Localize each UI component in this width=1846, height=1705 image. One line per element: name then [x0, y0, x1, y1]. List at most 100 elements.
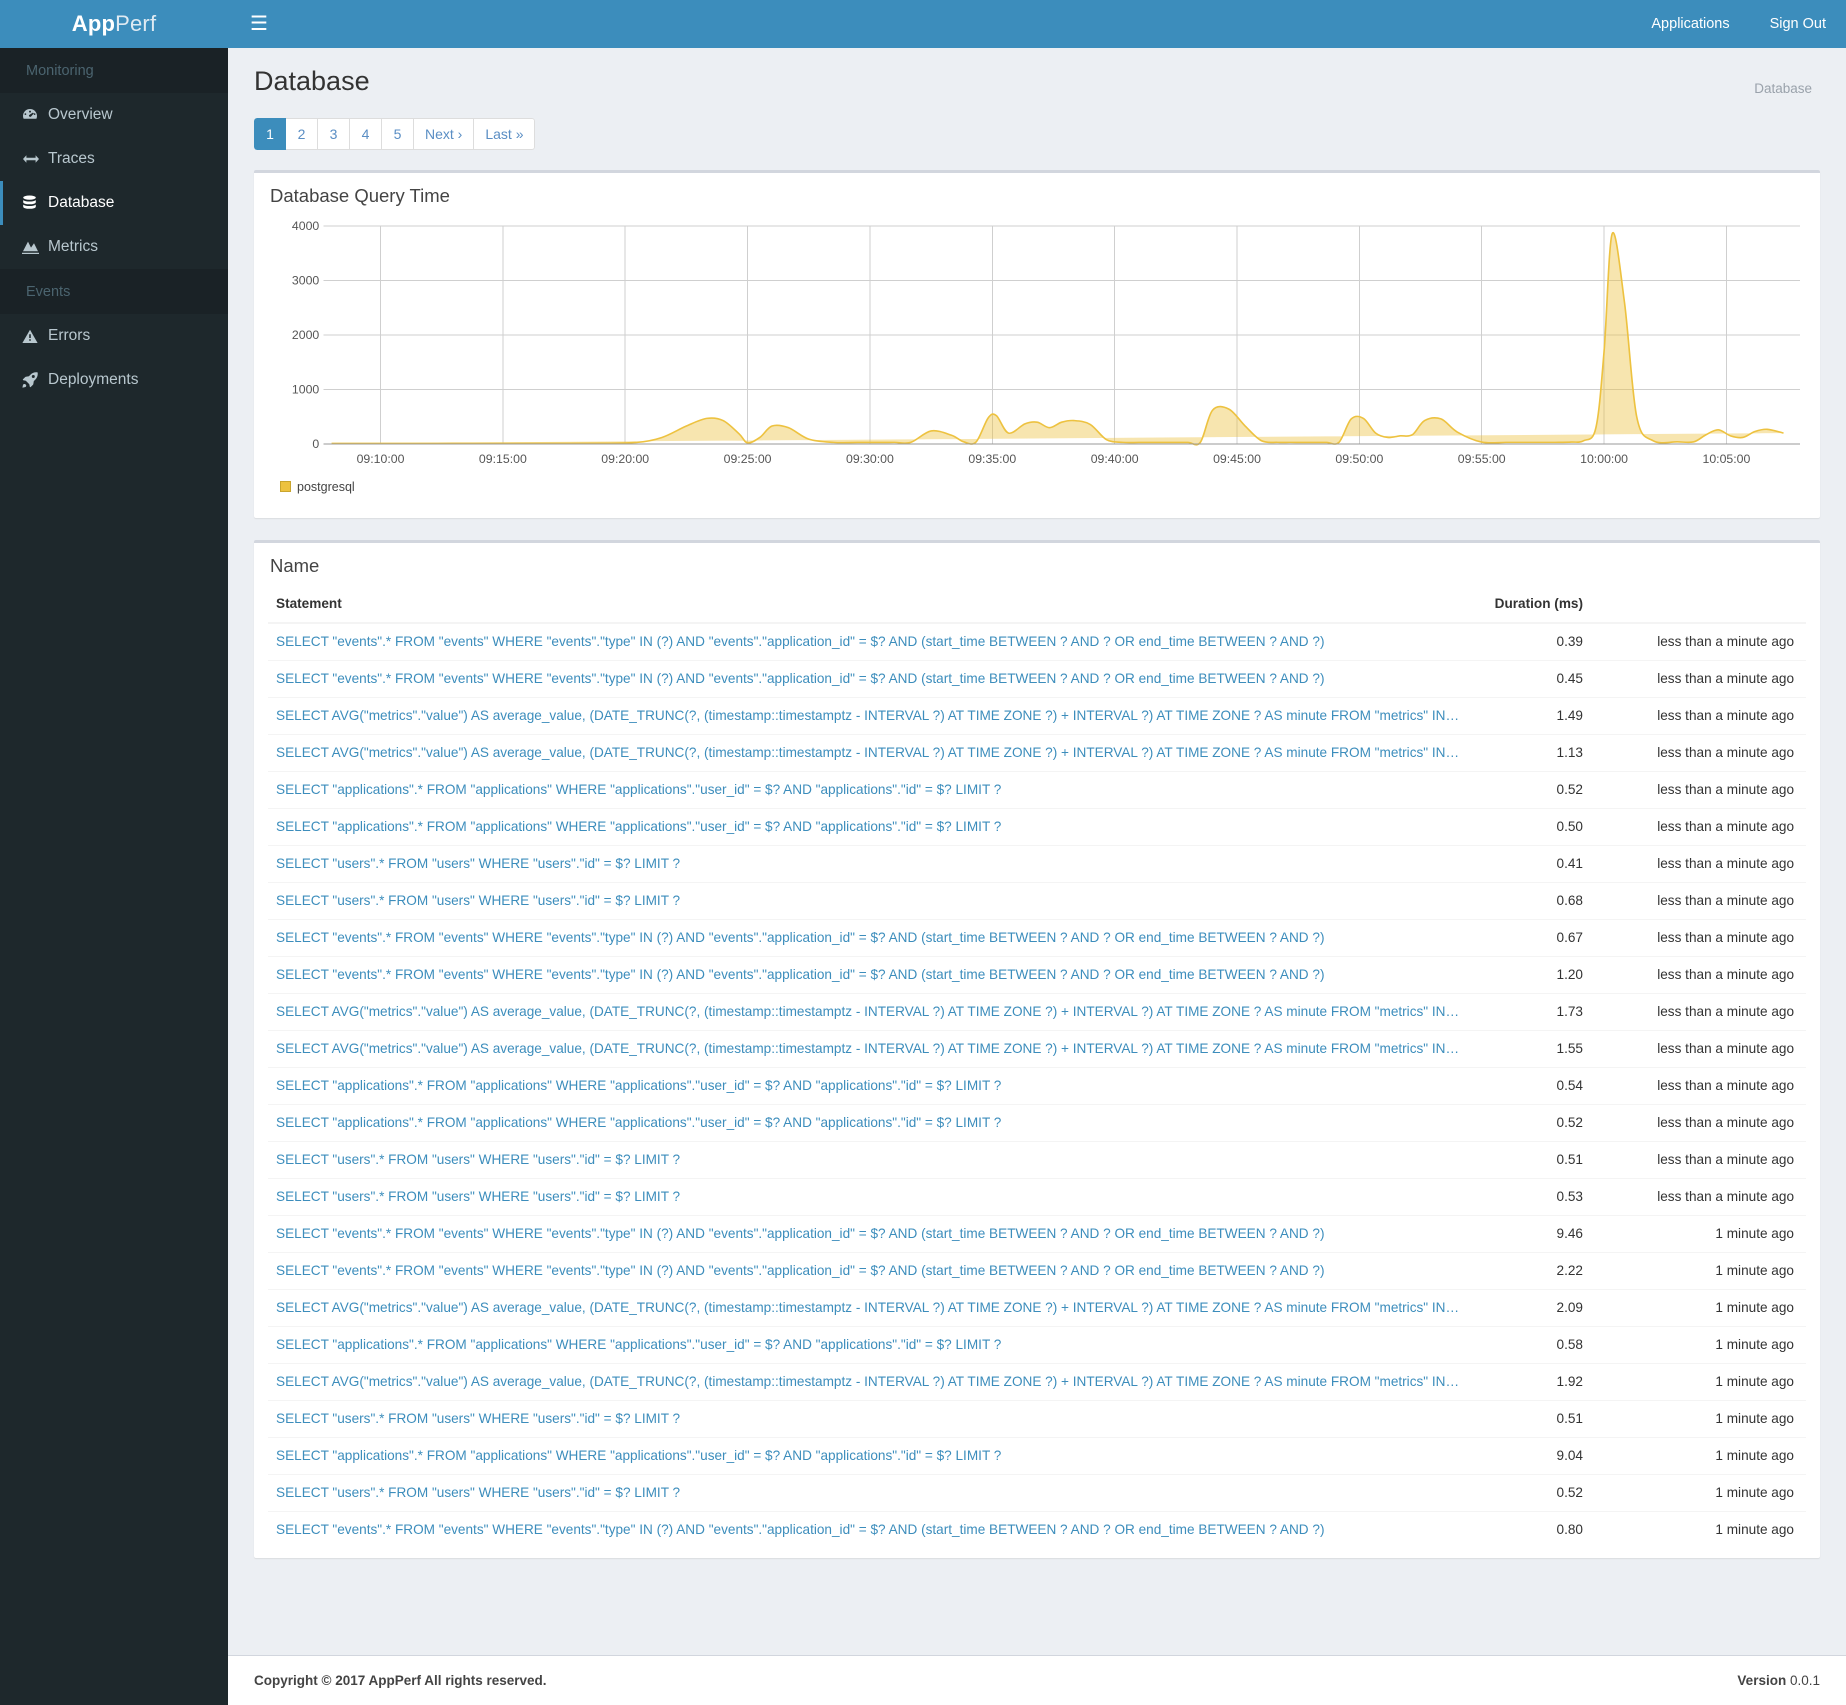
query-statement-link[interactable]: SELECT "users".* FROM "users" WHERE "use…: [268, 1178, 1471, 1216]
column-header-duration[interactable]: Duration (ms): [1471, 587, 1591, 624]
query-statement-link[interactable]: SELECT "events".* FROM "events" WHERE "e…: [268, 1511, 1471, 1548]
query-statement-link[interactable]: SELECT "applications".* FROM "applicatio…: [268, 808, 1471, 846]
query-timestamp: 1 minute ago: [1591, 1326, 1806, 1364]
query-timestamp: 1 minute ago: [1591, 1215, 1806, 1253]
query-timestamp: less than a minute ago: [1591, 993, 1806, 1031]
pagination-next[interactable]: Next ›: [414, 118, 475, 150]
nav-link-sign-out[interactable]: Sign Out: [1750, 0, 1846, 48]
table-row[interactable]: SELECT AVG("metrics"."value") AS average…: [268, 1289, 1806, 1327]
table-row[interactable]: SELECT "events".* FROM "events" WHERE "e…: [268, 956, 1806, 994]
table-row[interactable]: SELECT "applications".* FROM "applicatio…: [268, 1067, 1806, 1105]
database-query-time-chart[interactable]: 0 1000 2000 3000 4000 09:10:00 09:15:00 09:20:0…: [268, 218, 1806, 508]
svg-text:0: 0: [312, 437, 319, 451]
query-statement-link[interactable]: SELECT "users".* FROM "users" WHERE "use…: [268, 1400, 1471, 1438]
sidebar-item-metrics[interactable]: Metrics: [0, 225, 228, 269]
query-statement-link[interactable]: SELECT "users".* FROM "users" WHERE "use…: [268, 845, 1471, 883]
table-row[interactable]: SELECT AVG("metrics"."value") AS average…: [268, 734, 1806, 772]
sidebar-item-errors[interactable]: Errors: [0, 314, 228, 358]
query-statement-link[interactable]: SELECT AVG("metrics"."value") AS average…: [268, 993, 1471, 1031]
query-statement-link[interactable]: SELECT "applications".* FROM "applicatio…: [268, 771, 1471, 809]
svg-text:1000: 1000: [292, 382, 320, 396]
query-duration: 1.13: [1471, 734, 1591, 772]
query-timestamp: 1 minute ago: [1591, 1511, 1806, 1548]
sidebar-item-traces[interactable]: Traces: [0, 137, 228, 181]
query-statement-link[interactable]: SELECT "applications".* FROM "applicatio…: [268, 1067, 1471, 1105]
table-row[interactable]: SELECT AVG("metrics"."value") AS average…: [268, 1363, 1806, 1401]
queries-title: Name: [270, 554, 320, 576]
sidebar-item-overview[interactable]: Overview: [0, 93, 228, 137]
table-row[interactable]: SELECT "applications".* FROM "applicatio…: [268, 808, 1806, 846]
pagination-page-5[interactable]: 5: [382, 118, 414, 150]
query-statement-link[interactable]: SELECT "users".* FROM "users" WHERE "use…: [268, 1474, 1471, 1512]
query-duration: 0.52: [1471, 771, 1591, 809]
table-row[interactable]: SELECT "events".* FROM "events" WHERE "e…: [268, 1252, 1806, 1290]
query-timestamp: less than a minute ago: [1591, 845, 1806, 883]
queries-box-body: Statement Duration (ms) SELECT "events".…: [254, 587, 1820, 1558]
footer-version-number: 0.0.1: [1789, 1673, 1820, 1688]
table-row[interactable]: SELECT "events".* FROM "events" WHERE "e…: [268, 1215, 1806, 1253]
table-row[interactable]: SELECT AVG("metrics"."value") AS average…: [268, 993, 1806, 1031]
legend-label-postgresql: postgresql: [297, 479, 355, 494]
query-statement-link[interactable]: SELECT "users".* FROM "users" WHERE "use…: [268, 1141, 1471, 1179]
nav-link-applications[interactable]: Applications: [1631, 0, 1749, 48]
query-statement-link[interactable]: SELECT AVG("metrics"."value") AS average…: [268, 1289, 1471, 1327]
table-row[interactable]: SELECT "users".* FROM "users" WHERE "use…: [268, 882, 1806, 920]
table-row[interactable]: SELECT "events".* FROM "events" WHERE "e…: [268, 919, 1806, 957]
pagination-page-1[interactable]: 1: [254, 118, 286, 150]
table-row[interactable]: SELECT AVG("metrics"."value") AS average…: [268, 697, 1806, 735]
queries-table-body: SELECT "events".* FROM "events" WHERE "e…: [268, 622, 1806, 1548]
query-statement-link[interactable]: SELECT "events".* FROM "events" WHERE "e…: [268, 1215, 1471, 1253]
sidebar-item-label: Database: [48, 194, 115, 212]
query-statement-link[interactable]: SELECT "applications".* FROM "applicatio…: [268, 1326, 1471, 1364]
pagination-last[interactable]: Last »: [474, 118, 536, 150]
query-statement-link[interactable]: SELECT "events".* FROM "events" WHERE "e…: [268, 956, 1471, 994]
query-statement-link[interactable]: SELECT "events".* FROM "events" WHERE "e…: [268, 919, 1471, 957]
query-statement-link[interactable]: SELECT AVG("metrics"."value") AS average…: [268, 697, 1471, 735]
warning-icon: [22, 329, 48, 344]
svg-text:10:00:00: 10:00:00: [1580, 452, 1628, 466]
query-statement-link[interactable]: SELECT "events".* FROM "events" WHERE "e…: [268, 622, 1471, 661]
table-row[interactable]: SELECT "users".* FROM "users" WHERE "use…: [268, 1178, 1806, 1216]
query-duration: 0.54: [1471, 1067, 1591, 1105]
top-nav-links: Applications Sign Out: [1631, 0, 1846, 48]
table-row[interactable]: SELECT "users".* FROM "users" WHERE "use…: [268, 1474, 1806, 1512]
footer-version-label: Version: [1737, 1673, 1787, 1688]
brand-logo[interactable]: App Perf: [0, 0, 228, 48]
pagination-page-4[interactable]: 4: [350, 118, 382, 150]
sidebar-item-database[interactable]: Database: [0, 181, 228, 225]
table-row[interactable]: SELECT "events".* FROM "events" WHERE "e…: [268, 1511, 1806, 1548]
table-row[interactable]: SELECT AVG("metrics"."value") AS average…: [268, 1030, 1806, 1068]
table-row[interactable]: SELECT "events".* FROM "events" WHERE "e…: [268, 660, 1806, 698]
query-timestamp: 1 minute ago: [1591, 1400, 1806, 1438]
column-header-statement[interactable]: Statement: [268, 587, 1471, 624]
pagination-page-3[interactable]: 3: [318, 118, 350, 150]
svg-text:3000: 3000: [292, 273, 320, 287]
footer: Copyright © 2017 AppPerf All rights rese…: [228, 1655, 1846, 1705]
query-statement-link[interactable]: SELECT AVG("metrics"."value") AS average…: [268, 734, 1471, 772]
table-row[interactable]: SELECT "events".* FROM "events" WHERE "e…: [268, 622, 1806, 661]
table-row[interactable]: SELECT "users".* FROM "users" WHERE "use…: [268, 845, 1806, 883]
hamburger-icon[interactable]: ☰: [242, 8, 276, 40]
query-duration: 1.92: [1471, 1363, 1591, 1401]
pagination-page-2[interactable]: 2: [286, 118, 318, 150]
query-statement-link[interactable]: SELECT "applications".* FROM "applicatio…: [268, 1437, 1471, 1475]
table-row[interactable]: SELECT "applications".* FROM "applicatio…: [268, 1326, 1806, 1364]
chart-box: Database Query Time 0 1000 2000 3000 4000 09:…: [254, 170, 1820, 518]
table-row[interactable]: SELECT "users".* FROM "users" WHERE "use…: [268, 1400, 1806, 1438]
query-statement-link[interactable]: SELECT "events".* FROM "events" WHERE "e…: [268, 660, 1471, 698]
table-row[interactable]: SELECT "users".* FROM "users" WHERE "use…: [268, 1141, 1806, 1179]
query-statement-link[interactable]: SELECT AVG("metrics"."value") AS average…: [268, 1030, 1471, 1068]
table-row[interactable]: SELECT "applications".* FROM "applicatio…: [268, 1437, 1806, 1475]
query-duration: 0.53: [1471, 1178, 1591, 1216]
query-statement-link[interactable]: SELECT "applications".* FROM "applicatio…: [268, 1104, 1471, 1142]
query-timestamp: less than a minute ago: [1591, 1104, 1806, 1142]
query-timestamp: 1 minute ago: [1591, 1289, 1806, 1327]
sidebar-item-deployments[interactable]: Deployments: [0, 358, 228, 402]
query-statement-link[interactable]: SELECT "events".* FROM "events" WHERE "e…: [268, 1252, 1471, 1290]
table-row[interactable]: SELECT "applications".* FROM "applicatio…: [268, 1104, 1806, 1142]
svg-text:09:40:00: 09:40:00: [1091, 452, 1139, 466]
query-statement-link[interactable]: SELECT "users".* FROM "users" WHERE "use…: [268, 882, 1471, 920]
query-timestamp: 1 minute ago: [1591, 1437, 1806, 1475]
table-row[interactable]: SELECT "applications".* FROM "applicatio…: [268, 771, 1806, 809]
query-statement-link[interactable]: SELECT AVG("metrics"."value") AS average…: [268, 1363, 1471, 1401]
